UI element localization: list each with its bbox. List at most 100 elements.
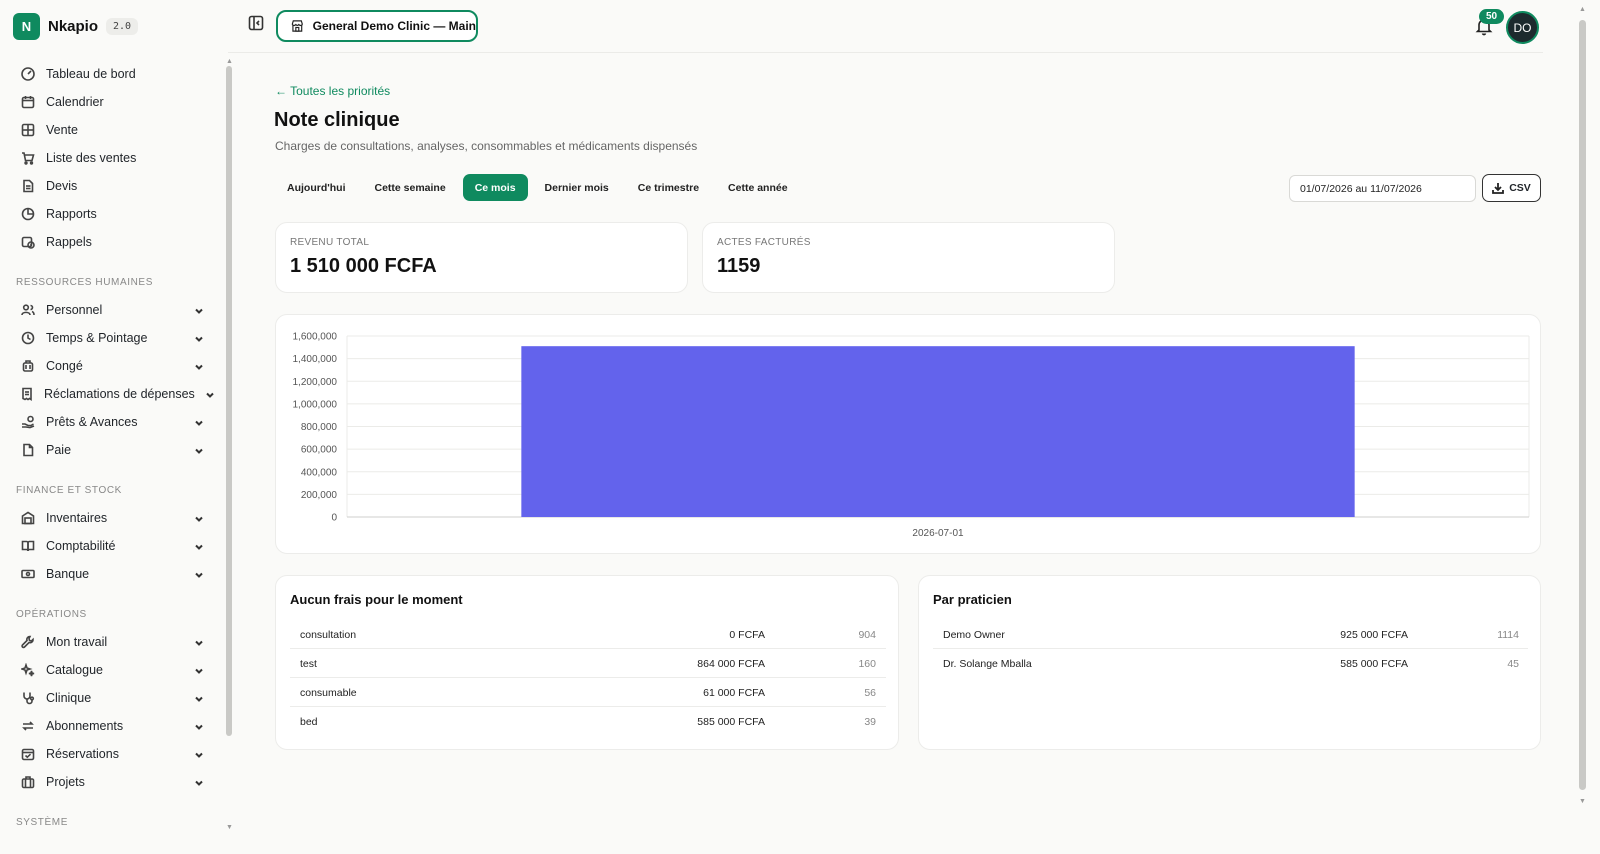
back-link[interactable]: ← Toutes les priorités [275, 84, 390, 98]
table-row: consumable 61 000 FCFA 56 [290, 678, 886, 707]
clinic-switcher[interactable]: General Demo Clinic — Main [276, 10, 478, 42]
filter-cette-semaine[interactable]: Cette semaine [362, 174, 457, 201]
sidebar-scrollbar[interactable] [226, 66, 232, 736]
sidebar-item-label: Projets [46, 775, 85, 789]
chevron-down-icon[interactable] [194, 512, 206, 524]
sidebar-item-abonnements[interactable]: Abonnements [16, 712, 206, 740]
sparkles-icon [20, 662, 36, 678]
sidebar-item-reservations[interactable]: Réservations [16, 740, 206, 768]
period-filters: Aujourd'hui Cette semaine Ce mois Dernier m… [275, 174, 800, 201]
chevron-down-icon[interactable] [205, 388, 215, 400]
main-scroll-up-icon[interactable]: ▲ [1579, 6, 1586, 13]
sidebar-item-label: Inventaires [46, 511, 108, 525]
chevron-down-icon[interactable] [194, 664, 206, 676]
page-subtitle: Charges de consultations, analyses, cons… [275, 139, 698, 153]
sidebar-item-personnel[interactable]: Personnel [16, 296, 206, 324]
row-amount: 585 000 FCFA [697, 716, 765, 728]
sidebar-item-reclamations-de-depenses[interactable]: Réclamations de dépenses [16, 380, 214, 408]
chevron-down-icon[interactable] [194, 540, 206, 552]
sidebar-item-devis[interactable]: Devis [16, 172, 206, 200]
store-icon [291, 20, 303, 32]
row-count: 56 [864, 687, 876, 699]
sidebar-item-calendrier[interactable]: Calendrier [16, 88, 206, 116]
sidebar-item-comptabilite[interactable]: Comptabilité [16, 532, 206, 560]
sidebar-item-paie[interactable]: Paie [16, 436, 206, 464]
sidebar-item-vente[interactable]: Vente [16, 116, 206, 144]
chevron-down-icon[interactable] [194, 720, 206, 732]
stat-label: REVENU TOTAL [290, 237, 370, 248]
sidebar-item-projets[interactable]: Projets [16, 768, 206, 796]
sidebar-item-catalogue[interactable]: Catalogue [16, 656, 206, 684]
sidebar-item-label: Réclamations de dépenses [44, 387, 195, 401]
receipt-icon [20, 386, 34, 402]
chevron-down-icon[interactable] [194, 444, 206, 456]
sidebar-item-label: Banque [46, 567, 90, 581]
table-row: bed 585 000 FCFA 39 [290, 707, 886, 736]
topbar: General Demo Clinic — Main 50 DO [228, 0, 1543, 53]
sidebar-scroll-up-icon[interactable]: ▲ [226, 58, 233, 65]
chevron-down-icon[interactable] [194, 332, 206, 344]
stat-card-revenue: REVENU TOTAL 1 510 000 FCFA [275, 222, 688, 293]
sidebar-item-label: Prêts & Avances [46, 415, 138, 429]
chevron-down-icon[interactable] [194, 692, 206, 704]
sidebar-item-banque[interactable]: Banque [16, 560, 206, 588]
sidebar-item-temps-pointage[interactable]: Temps & Pointage [16, 324, 206, 352]
sidebar: N Nkapio 2.0 Tableau de bord Calendrier Ve… [0, 0, 228, 854]
sidebar-item-conge[interactable]: Congé [16, 352, 206, 380]
row-amount: 0 FCFA [729, 629, 765, 641]
section-heading: SYSTÈME [16, 817, 68, 828]
filter-dernier-mois[interactable]: Dernier mois [533, 174, 621, 201]
row-name: bed [300, 716, 318, 728]
date-range-input[interactable]: 01/07/2026 au 11/07/2026 [1289, 175, 1476, 202]
sidebar-item-label: Congé [46, 359, 83, 373]
sidebar-item-label: Tableau de bord [46, 67, 136, 81]
main-scrollbar[interactable] [1579, 20, 1586, 790]
sidebar-item-clinique[interactable]: Clinique [16, 684, 206, 712]
book-icon [20, 538, 36, 554]
main-scroll-down-icon[interactable]: ▼ [1579, 798, 1586, 805]
chevron-down-icon[interactable] [194, 568, 206, 580]
chevron-down-icon[interactable] [194, 304, 206, 316]
banknote-icon [20, 566, 36, 582]
sidebar-item-label: Abonnements [46, 719, 124, 733]
avatar[interactable]: DO [1506, 11, 1539, 44]
y-tick-label: 400,000 [301, 467, 338, 478]
sidebar-item-tableau-de-bord[interactable]: Tableau de bord [16, 60, 206, 88]
filter-cette-annee[interactable]: Cette année [716, 174, 800, 201]
calendar-clock-icon [20, 234, 36, 250]
sidebar-collapse-icon[interactable] [248, 15, 264, 31]
y-tick-label: 1,000,000 [293, 399, 338, 410]
revenue-chart: 0 200,000 400,000 600,000 800,000 1,000,000 1,… [293, 332, 1530, 539]
chevron-down-icon[interactable] [194, 748, 206, 760]
sidebar-item-rapports[interactable]: Rapports [16, 200, 206, 228]
csv-export-button[interactable]: CSV [1482, 174, 1541, 202]
chevron-down-icon[interactable] [194, 636, 206, 648]
row-name: Dr. Solange Mballa [943, 658, 1032, 670]
row-amount: 925 000 FCFA [1340, 629, 1408, 641]
sidebar-item-label: Paie [46, 443, 72, 457]
sidebar-item-mon-travail[interactable]: Mon travail [16, 628, 206, 656]
wrench-icon [20, 634, 36, 650]
sidebar-item-prets-avances[interactable]: Prêts & Avances [16, 408, 206, 436]
brand[interactable]: N Nkapio 2.0 [13, 13, 139, 40]
sidebar-item-label: Liste des ventes [46, 151, 137, 165]
chevron-down-icon[interactable] [194, 416, 206, 428]
table-title: Aucun frais pour le moment [290, 592, 463, 607]
sidebar-item-rappels[interactable]: Rappels [16, 228, 206, 256]
row-count: 1114 [1497, 629, 1519, 641]
sidebar-nav: Tableau de bord Calendrier Vente Liste des … [16, 60, 214, 836]
chevron-down-icon[interactable] [194, 776, 206, 788]
users-icon [20, 302, 36, 318]
charges-by-type-card: Aucun frais pour le moment consultation 0… [275, 575, 899, 750]
sidebar-item-liste-des-ventes[interactable]: Liste des ventes [16, 144, 206, 172]
y-tick-label: 200,000 [301, 490, 338, 501]
sidebar-scroll-down-icon[interactable]: ▼ [226, 824, 233, 831]
filter-ce-trimestre[interactable]: Ce trimestre [626, 174, 711, 201]
filter-aujourd-hui[interactable]: Aujourd'hui [275, 174, 357, 201]
csv-label: CSV [1509, 182, 1531, 194]
filter-ce-mois[interactable]: Ce mois [462, 174, 528, 201]
table-row: consultation 0 FCFA 904 [290, 620, 886, 649]
row-count: 160 [858, 658, 876, 670]
chevron-down-icon[interactable] [194, 360, 206, 372]
sidebar-item-inventaires[interactable]: Inventaires [16, 504, 206, 532]
